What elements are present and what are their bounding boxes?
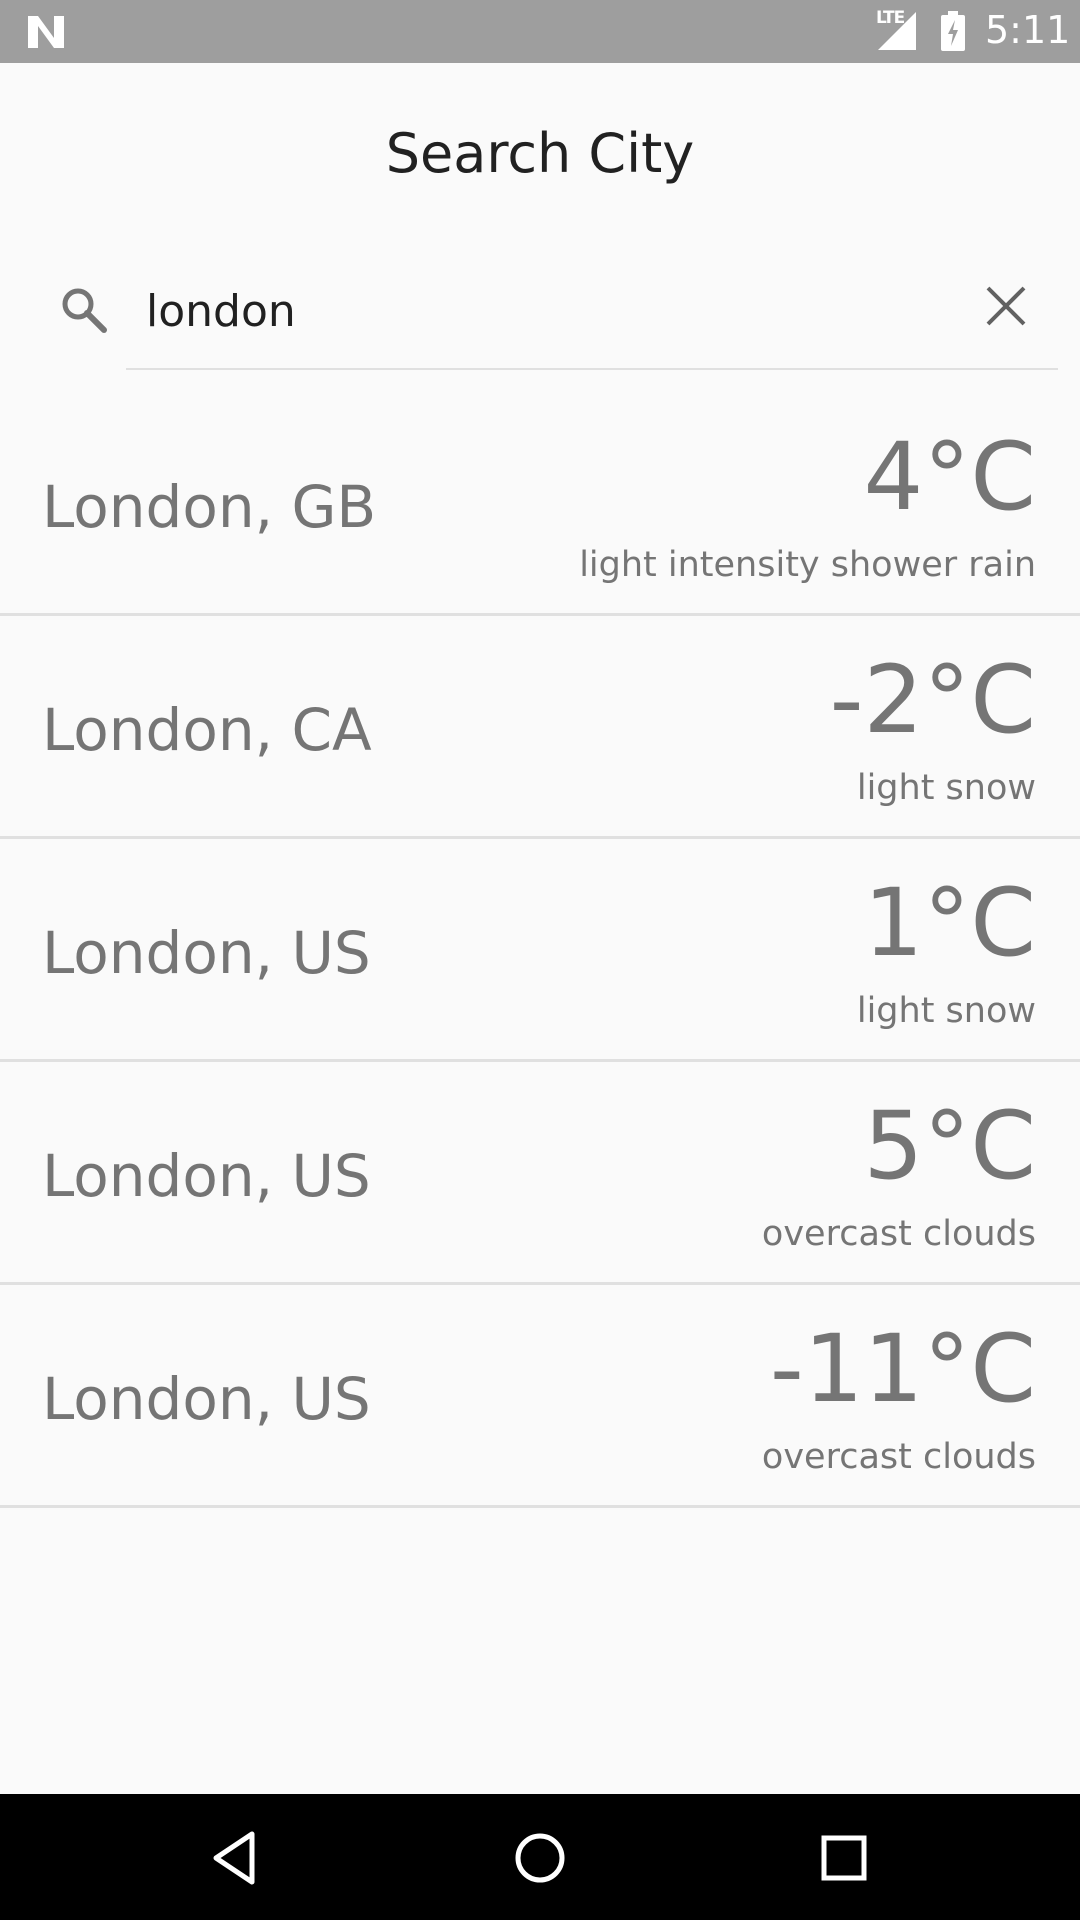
notification-n-icon [28,16,64,48]
navigation-bar [0,1794,1080,1920]
city-name: London, CA [42,696,372,764]
temperature: -11°C [769,1315,1036,1424]
list-item[interactable]: London, GB 4°C light intensity shower ra… [0,393,1080,616]
search-underline [126,368,1058,370]
home-icon[interactable] [508,1826,572,1890]
city-name: London, US [42,1365,371,1433]
weather-description: overcast clouds [761,1214,1036,1254]
recents-icon[interactable] [812,1826,876,1890]
search-icon [62,288,107,333]
back-icon[interactable] [204,1826,268,1890]
weather-description: light snow [856,991,1036,1031]
weather-description: light snow [856,768,1036,808]
temperature: -2°C [829,646,1036,755]
temperature: 4°C [863,423,1036,532]
list-item[interactable]: London, US -11°C overcast clouds [0,1285,1080,1508]
list-item[interactable]: London, US 5°C overcast clouds [0,1062,1080,1285]
status-clock: 5:11 [985,8,1071,52]
city-name: London, US [42,919,371,987]
city-name: London, US [42,1142,371,1210]
status-bar: LTE 5:11 [0,0,1080,63]
network-type-label: LTE [876,8,905,28]
results-list: London, GB 4°C light intensity shower ra… [0,393,1080,1508]
list-item[interactable]: London, US 1°C light snow [0,839,1080,1062]
weather-description: light intensity shower rain [579,545,1036,585]
weather-description: overcast clouds [761,1437,1036,1477]
city-name: London, GB [42,473,377,541]
search-input[interactable] [146,276,946,346]
temperature: 5°C [863,1092,1036,1201]
close-icon[interactable] [980,280,1032,332]
temperature: 1°C [863,869,1036,978]
battery-charging-icon [941,11,965,51]
list-item[interactable]: London, CA -2°C light snow [0,616,1080,839]
page-title: Search City [385,122,695,185]
